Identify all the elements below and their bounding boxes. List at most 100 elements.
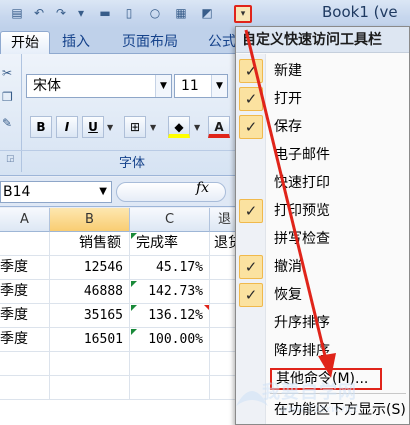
font-name-select[interactable]: 宋体 ▼: [26, 74, 172, 98]
cell[interactable]: [0, 352, 50, 376]
cell[interactable]: 季度: [0, 256, 50, 280]
group-label: 字体: [118, 156, 145, 171]
border-icon: ⊞: [129, 120, 141, 134]
menu-item-label: 升序排序: [274, 315, 330, 331]
menu-item-save[interactable]: ✓ 保存: [236, 113, 409, 141]
font-size-select[interactable]: 11 ▼: [174, 74, 228, 98]
chevron-down-icon[interactable]: ▼: [150, 123, 156, 132]
cut-icon[interactable]: ✂: [2, 66, 18, 82]
chevron-down-icon[interactable]: ▼: [155, 75, 171, 97]
checkmark-icon: ✓: [239, 115, 263, 139]
checkmark-icon: ✓: [239, 255, 263, 279]
column-header-a[interactable]: A: [0, 208, 50, 232]
cell[interactable]: 销售额: [50, 232, 130, 256]
cell[interactable]: 季度: [0, 328, 50, 352]
format-painter-icon[interactable]: ✎: [2, 116, 18, 132]
checkmark-icon: ✓: [239, 87, 263, 111]
cell[interactable]: [130, 376, 210, 400]
comment-indicator-icon: [204, 305, 209, 310]
cell[interactable]: [50, 376, 130, 400]
menu-item-label: 电子邮件: [274, 147, 330, 163]
menu-item-label: 保存: [274, 119, 302, 135]
fill-color-button[interactable]: ◆: [168, 116, 190, 138]
name-box-value: B14: [3, 184, 31, 200]
checkmark-icon: ✓: [239, 59, 263, 83]
italic-button[interactable]: I: [56, 116, 78, 138]
cell[interactable]: 16501: [50, 328, 130, 352]
name-box[interactable]: B14 ▼: [0, 181, 112, 203]
cell[interactable]: 46888: [50, 280, 130, 304]
menu-item-sort-ascending[interactable]: 升序排序: [236, 309, 409, 337]
chevron-down-icon[interactable]: ▼: [211, 75, 227, 97]
chevron-down-icon[interactable]: ▼: [99, 182, 107, 202]
save-icon[interactable]: ▤: [8, 4, 26, 22]
window-title: Book1 (ve: [322, 3, 398, 21]
menu-item-print-preview[interactable]: ✓ 打印预览: [236, 197, 409, 225]
title-bar: ▤ ↶ ↷ ▾ ▬ ▯ ○ ▦ ◩ ▾ Book1 (ve: [0, 0, 410, 28]
cell[interactable]: 136.12%: [130, 304, 210, 328]
open-icon[interactable]: ▬: [96, 4, 114, 22]
dialog-launcher-icon[interactable]: ◲: [6, 154, 15, 164]
customize-qat-button[interactable]: ▾: [219, 3, 259, 25]
menu-item-label: 打开: [274, 91, 302, 107]
menu-item-label: 恢复: [274, 287, 302, 303]
menu-item-open[interactable]: ✓ 打开: [236, 85, 409, 113]
cell[interactable]: [130, 352, 210, 376]
redo-icon[interactable]: ↷: [52, 4, 70, 22]
menu-item-label: 快速打印: [274, 175, 330, 191]
menu-item-spelling[interactable]: 拼写检查: [236, 225, 409, 253]
cell[interactable]: [0, 376, 50, 400]
formula-controls: [116, 182, 226, 202]
font-color-button[interactable]: A: [208, 116, 230, 138]
new-icon[interactable]: ▯: [120, 4, 138, 22]
menu-item-label: 打印预览: [274, 203, 330, 219]
menu-item-redo[interactable]: ✓ 恢复: [236, 281, 409, 309]
cell[interactable]: 季度: [0, 280, 50, 304]
menu-item-email[interactable]: 电子邮件: [236, 141, 409, 169]
chevron-down-icon[interactable]: ▾: [234, 5, 252, 23]
insert-function-button[interactable]: fx: [196, 180, 209, 196]
menu-item-sort-descending[interactable]: 降序排序: [236, 337, 409, 365]
column-header-b[interactable]: B: [50, 208, 130, 232]
cell[interactable]: 12546: [50, 256, 130, 280]
print-preview-icon[interactable]: ◩: [198, 4, 216, 22]
group-divider: [0, 150, 240, 151]
quick-print-icon[interactable]: ▦: [172, 4, 190, 22]
column-header-c[interactable]: C: [130, 208, 210, 232]
bold-button[interactable]: B: [30, 116, 52, 138]
menu-item-new[interactable]: ✓ 新建: [236, 57, 409, 85]
cell[interactable]: 季度: [0, 304, 50, 328]
menu-item-label: 撤消: [274, 259, 302, 275]
undo-icon[interactable]: ↶: [30, 4, 48, 22]
error-indicator-icon: [131, 233, 137, 239]
cell[interactable]: 完成率: [130, 232, 210, 256]
cell[interactable]: 100.00%: [130, 328, 210, 352]
cell[interactable]: 35165: [50, 304, 130, 328]
font-name-value: 宋体: [33, 78, 61, 94]
menu-item-label: 降序排序: [274, 343, 330, 359]
watermark-url: www.51zxw.net: [280, 404, 359, 415]
email-icon[interactable]: ○: [146, 4, 164, 22]
checkmark-icon: ✓: [239, 283, 263, 307]
font-size-value: 11: [181, 78, 199, 94]
menu-item-quick-print[interactable]: 快速打印: [236, 169, 409, 197]
cell[interactable]: [0, 232, 50, 256]
cell[interactable]: 142.73%: [130, 280, 210, 304]
tab-page-layout[interactable]: 页面布局: [112, 31, 188, 54]
tab-home[interactable]: 开始: [0, 31, 50, 54]
error-indicator-icon: [131, 329, 137, 335]
tab-insert[interactable]: 插入: [52, 31, 100, 54]
cell[interactable]: 45.17%: [130, 256, 210, 280]
copy-icon[interactable]: ❐: [2, 90, 18, 106]
paint-bucket-icon: ◆: [174, 120, 184, 134]
menu-title: 自定义快速访问工具栏: [236, 27, 409, 53]
border-button[interactable]: ⊞: [124, 116, 146, 138]
underline-button[interactable]: U: [82, 116, 104, 138]
watermark-text: 我要自学网: [262, 382, 357, 403]
chevron-down-icon[interactable]: ▼: [107, 123, 113, 132]
chevron-down-icon[interactable]: ▼: [194, 123, 200, 132]
menu-item-label: 新建: [274, 63, 302, 79]
error-indicator-icon: [131, 281, 137, 287]
cell[interactable]: [50, 352, 130, 376]
menu-item-undo[interactable]: ✓ 撤消: [236, 253, 409, 281]
